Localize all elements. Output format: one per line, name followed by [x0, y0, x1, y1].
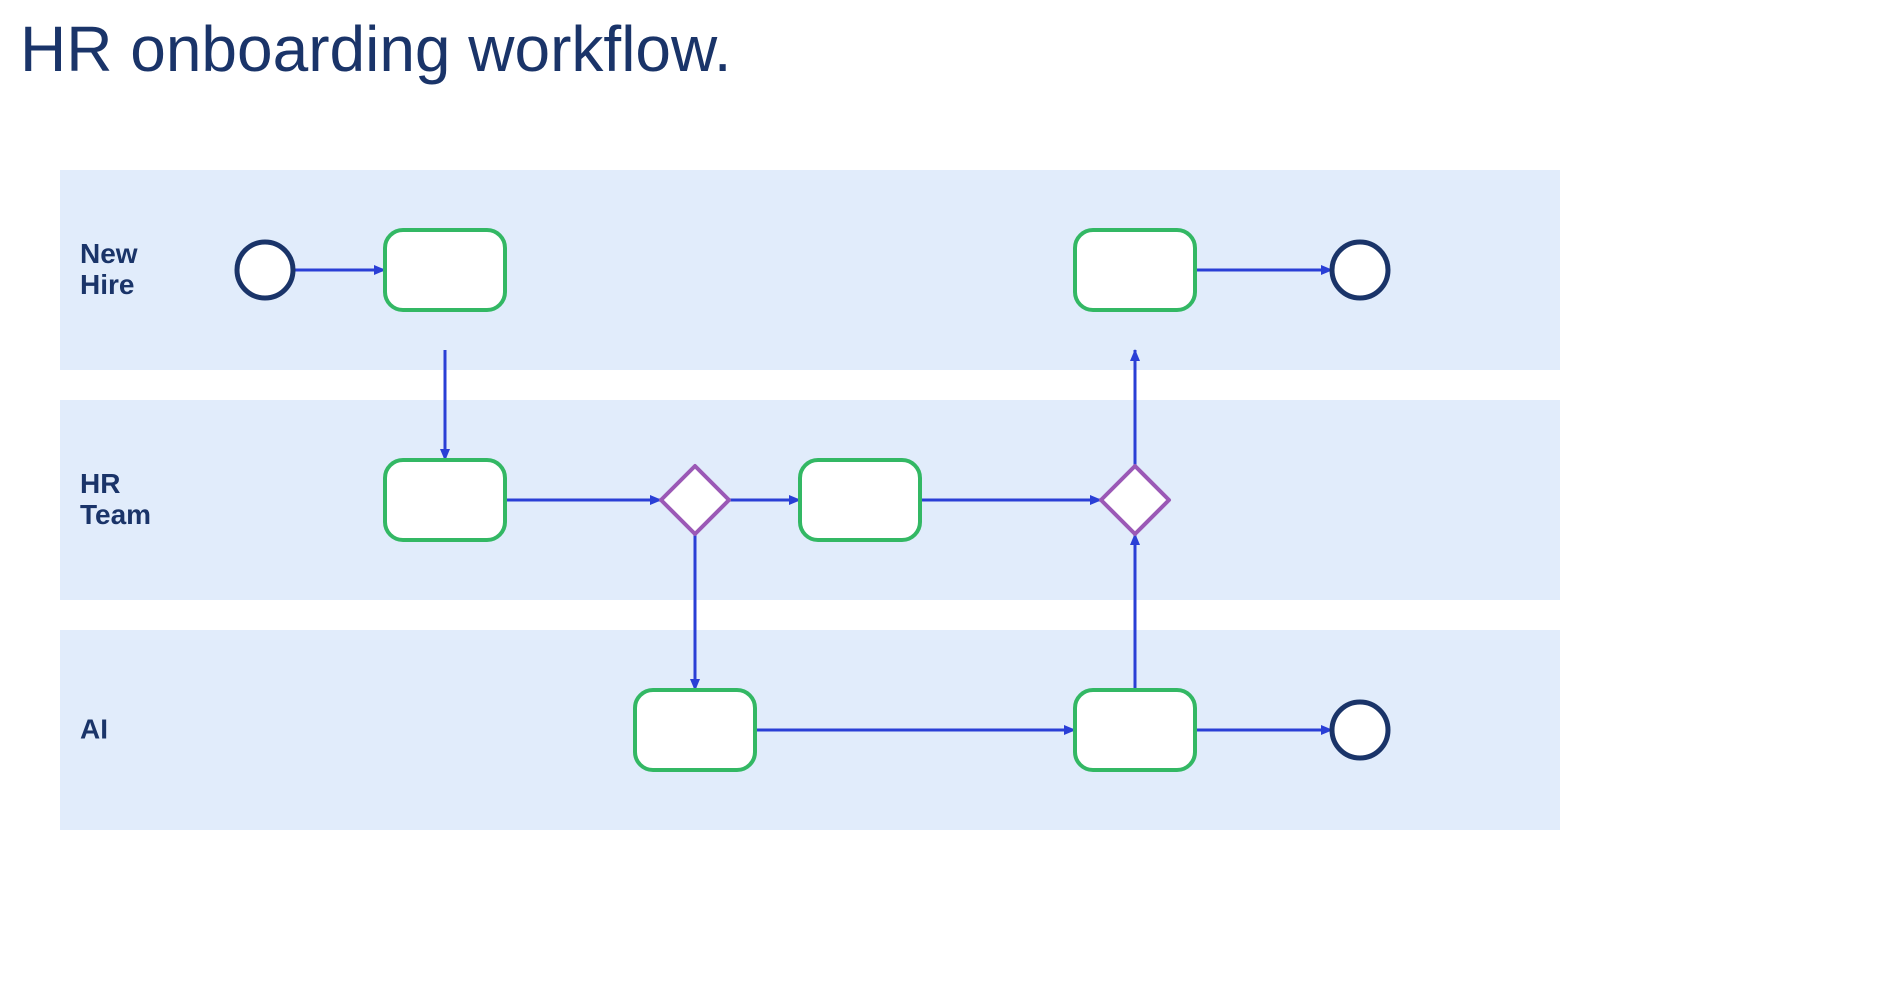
swimlane-label-new-hire: New Hire	[80, 239, 138, 301]
diagram-title: HR onboarding workflow.	[20, 12, 731, 86]
swimlane-hr-team: HR Team	[60, 400, 1560, 600]
swimlane-new-hire: New Hire	[60, 170, 1560, 370]
swimlane-container: New Hire HR Team AI	[60, 170, 1560, 830]
swimlane-label-hr-team: HR Team	[80, 469, 151, 531]
swimlane-label-ai: AI	[80, 715, 108, 746]
swimlane-ai: AI	[60, 630, 1560, 830]
page: HR onboarding workflow. New Hire HR Team…	[0, 0, 1900, 994]
